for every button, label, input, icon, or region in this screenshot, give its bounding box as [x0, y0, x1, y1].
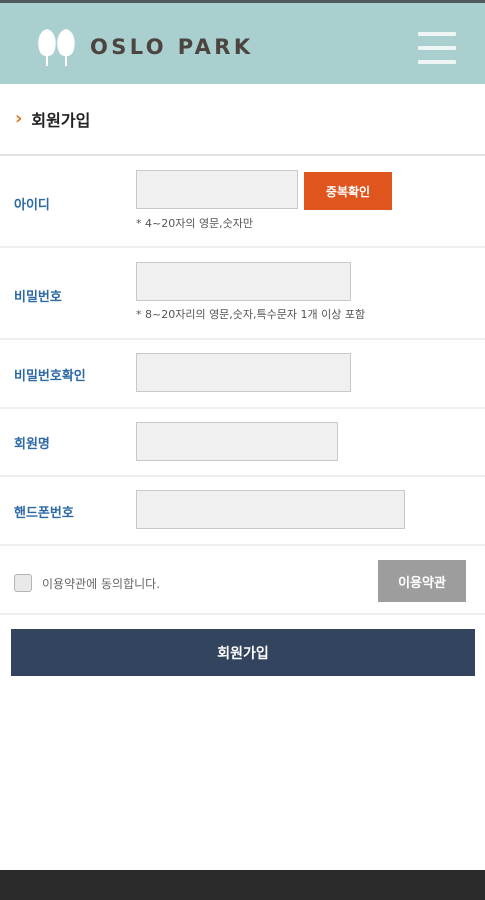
- password-input[interactable]: [136, 262, 351, 301]
- form-row-phone: 핸드폰번호: [0, 477, 485, 546]
- name-input[interactable]: [136, 422, 338, 461]
- logo[interactable]: OSLO PARK: [36, 27, 254, 67]
- form-row-password-confirm: 비밀번호확인: [0, 340, 485, 409]
- password-label: 비밀번호: [14, 290, 62, 305]
- app-header: OSLO PARK: [0, 3, 485, 84]
- id-label: 아이디: [14, 198, 50, 213]
- phone-label: 핸드폰번호: [14, 506, 74, 521]
- id-hint: * 4~20자의 영문,숫자만: [136, 217, 254, 230]
- phone-input[interactable]: [136, 490, 405, 529]
- id-input[interactable]: [136, 170, 298, 209]
- form-row-password: 비밀번호 * 8~20자리의 영문,숫자,특수문자 1개 이상 포함: [0, 248, 485, 340]
- terms-agree-text: 이용약관에 동의합니다.: [42, 577, 161, 591]
- logo-text: OSLO PARK: [90, 35, 254, 59]
- hamburger-menu-icon[interactable]: [418, 30, 458, 66]
- signup-submit-button[interactable]: 회원가입: [11, 629, 475, 676]
- password-hint: * 8~20자리의 영문,숫자,특수문자 1개 이상 포함: [136, 308, 366, 321]
- form-row-id: 아이디 중복확인 * 4~20자의 영문,숫자만: [0, 158, 485, 248]
- terms-agree-checkbox[interactable]: [14, 574, 32, 592]
- form-row-name: 회원명: [0, 409, 485, 477]
- page-title: 회원가입: [31, 111, 91, 130]
- password-confirm-input[interactable]: [136, 353, 351, 392]
- terms-button[interactable]: 이용약관: [378, 560, 466, 602]
- name-label: 회원명: [14, 437, 50, 452]
- terms-row: 이용약관에 동의합니다. 이용약관: [0, 546, 485, 615]
- bottom-bar: [0, 870, 485, 900]
- password-confirm-label: 비밀번호확인: [14, 369, 86, 384]
- page-title-bar: › 회원가입: [0, 84, 485, 156]
- chevron-right-icon: ›: [15, 108, 23, 129]
- duplicate-check-button[interactable]: 중복확인: [304, 172, 392, 210]
- tree-logo-icon: [38, 29, 75, 66]
